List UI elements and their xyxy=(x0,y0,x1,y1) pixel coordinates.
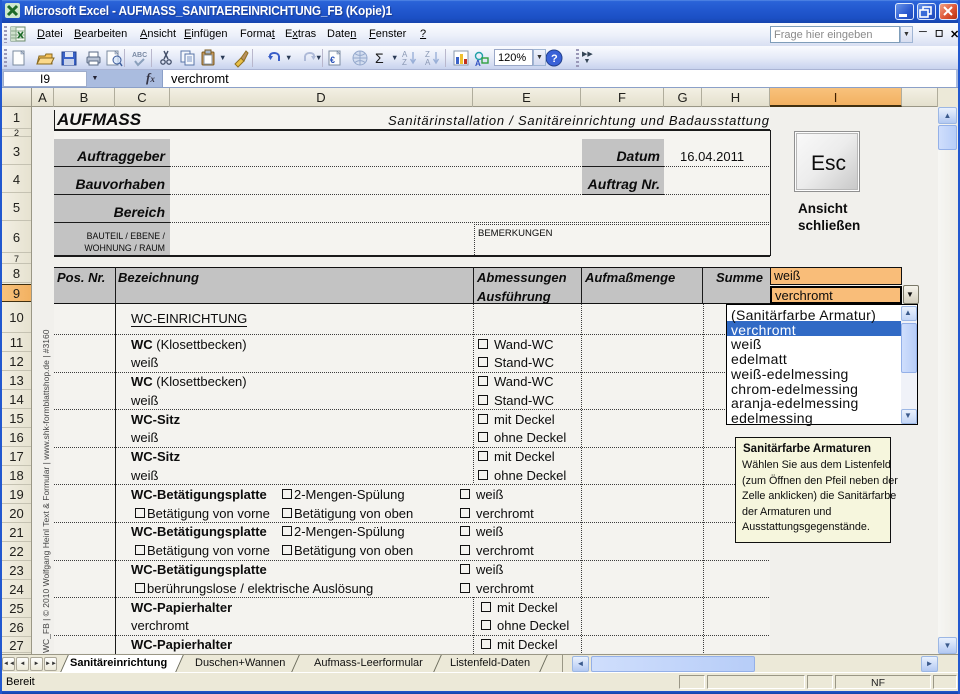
svg-text:ABC: ABC xyxy=(132,52,147,59)
svg-text:A: A xyxy=(425,58,431,67)
svg-text:Z: Z xyxy=(402,58,407,67)
svg-text:Σ: Σ xyxy=(375,50,384,66)
svg-text:?: ? xyxy=(551,53,558,65)
svg-text:A: A xyxy=(475,59,481,68)
svg-text:€: € xyxy=(330,55,335,65)
